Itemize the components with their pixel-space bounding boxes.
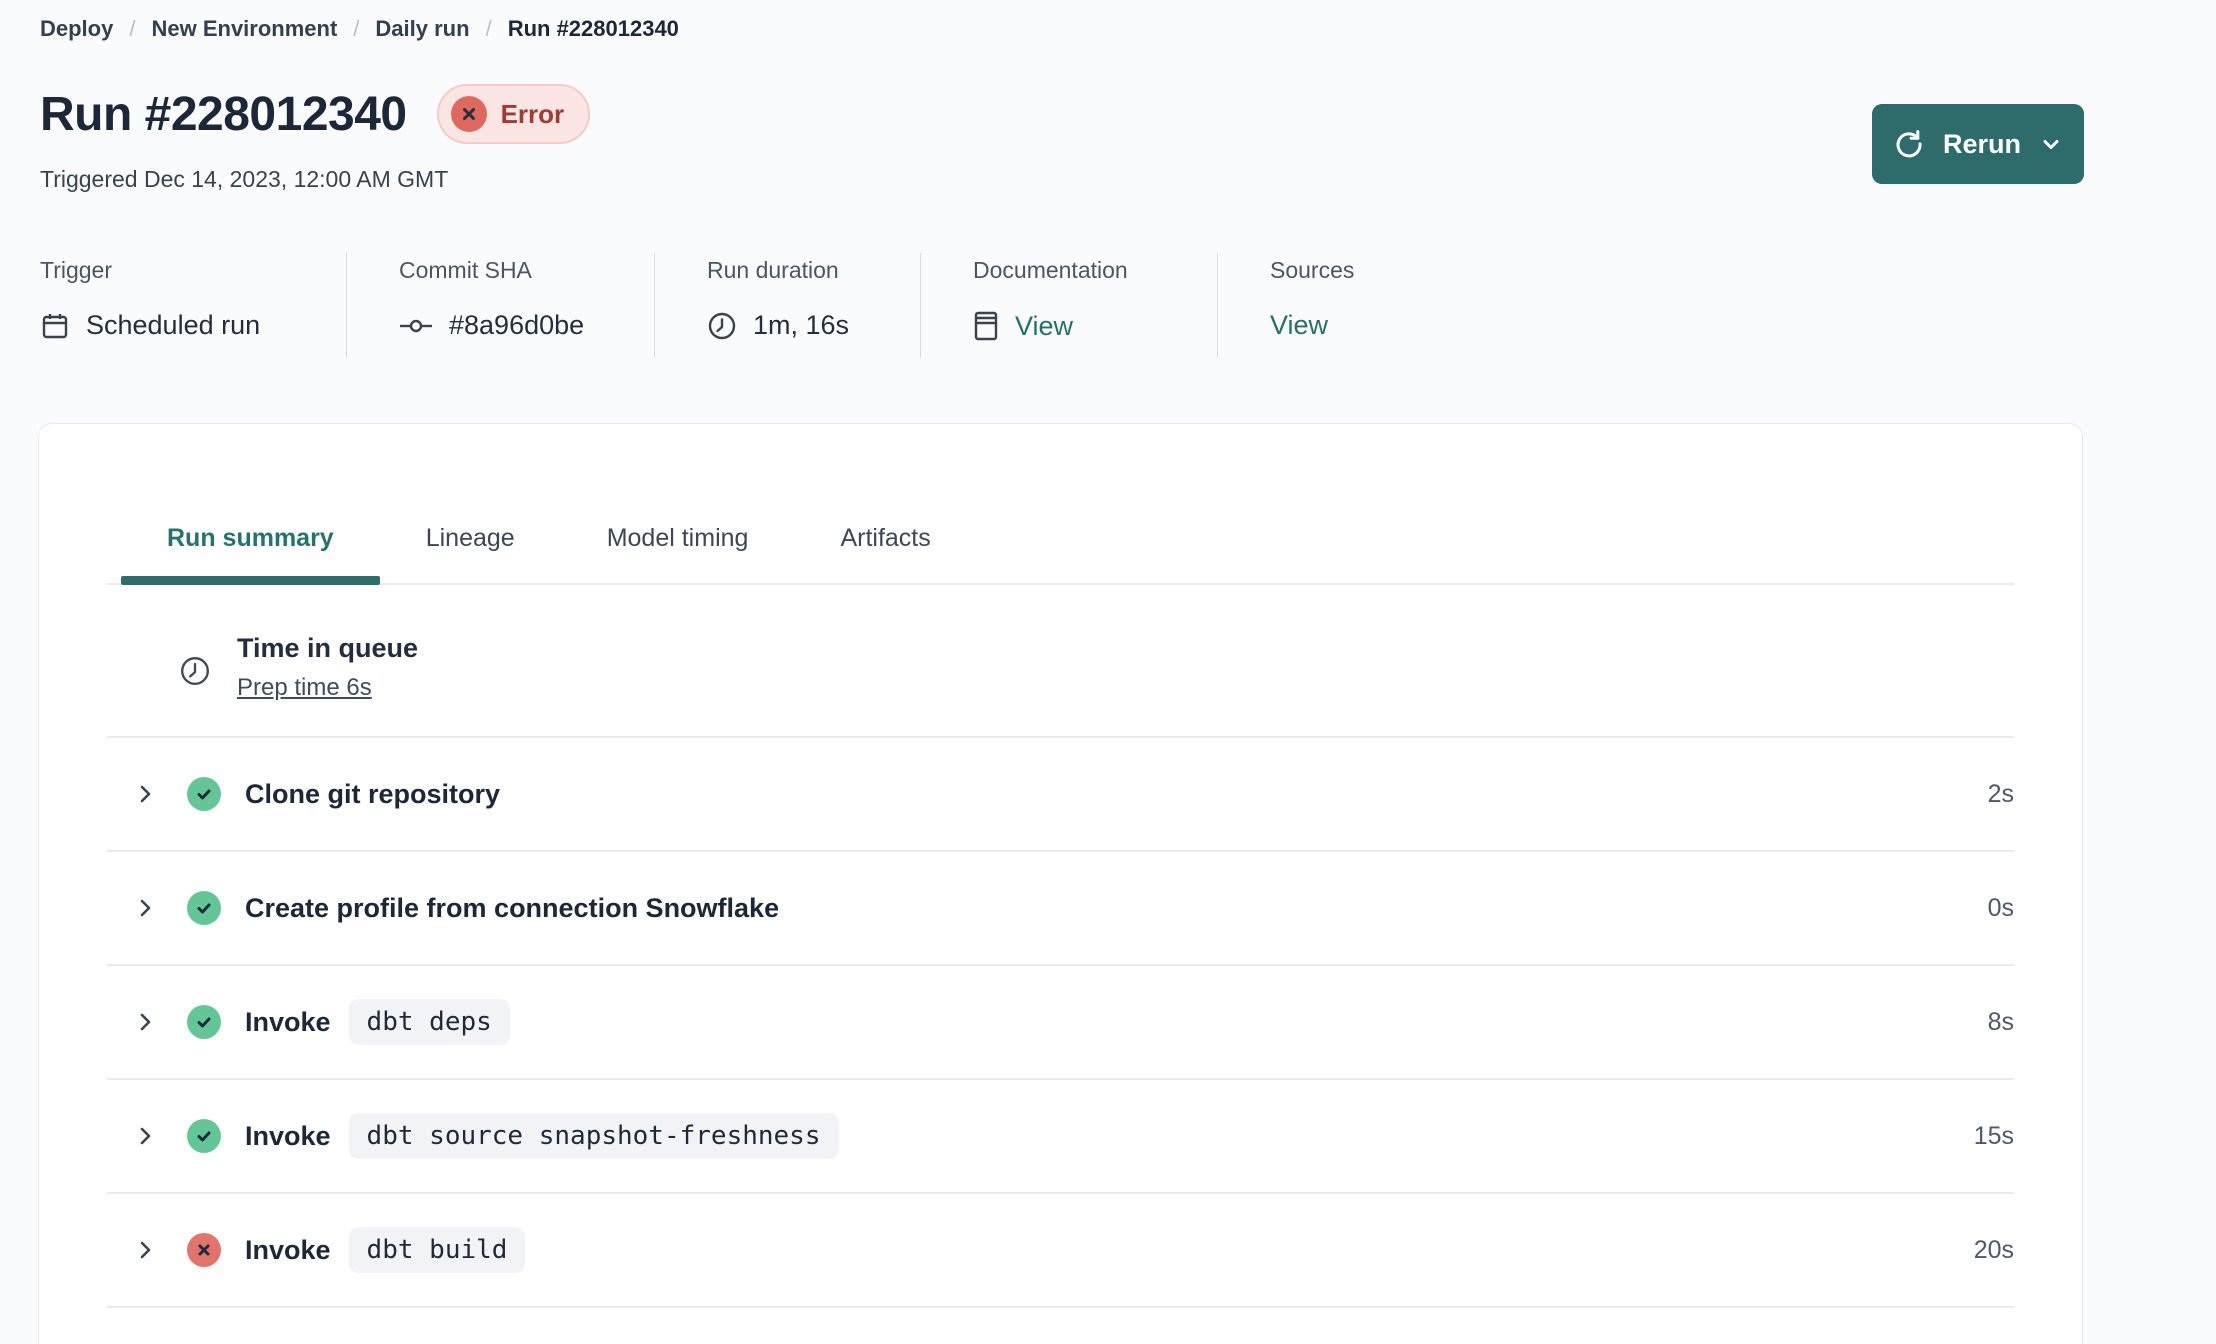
tab-lineage[interactable]: Lineage — [380, 524, 561, 583]
meta-documentation-label: Documentation — [973, 257, 1128, 283]
time-in-queue-section: Time in queue Prep time 6s — [107, 585, 2014, 738]
step-label: Invoke — [245, 1234, 331, 1265]
breadcrumb-separator: / — [485, 16, 492, 41]
clock-icon — [179, 639, 211, 702]
step-command-code: dbt source snapshot-freshness — [348, 1113, 839, 1159]
step-row-dbt-build[interactable]: Invoke dbt build 20s — [107, 1194, 2014, 1308]
step-label: Create profile from connection Snowflake — [245, 892, 780, 923]
clock-icon — [707, 311, 737, 341]
status-badge: Error — [436, 84, 591, 144]
breadcrumb-item-deploy[interactable]: Deploy — [40, 16, 113, 42]
breadcrumb: Deploy / New Environment / Daily run / R… — [0, 0, 2216, 42]
rerun-button[interactable]: Rerun — [1872, 104, 2084, 184]
meta-sources: Sources View — [1218, 253, 1402, 358]
tab-model-timing[interactable]: Model timing — [561, 524, 795, 583]
meta-trigger-value: Scheduled run — [86, 310, 261, 340]
chevron-right-icon[interactable] — [133, 1238, 157, 1262]
page-title: Run #228012340 — [40, 87, 407, 141]
step-row-dbt-source-freshness[interactable]: Invoke dbt source snapshot-freshness 15s — [107, 1080, 2014, 1194]
success-status-icon — [187, 1119, 221, 1153]
meta-duration-value: 1m, 16s — [753, 310, 850, 340]
step-duration: 8s — [1987, 1007, 2014, 1036]
chevron-down-icon — [2039, 132, 2063, 156]
breadcrumb-item-job[interactable]: Daily run — [375, 16, 469, 42]
step-duration: 0s — [1987, 893, 2014, 922]
documentation-view-link[interactable]: View — [1015, 311, 1073, 342]
meta-trigger-label: Trigger — [40, 257, 112, 283]
meta-documentation: Documentation View — [921, 253, 1218, 358]
meta-trigger: Trigger Scheduled run — [40, 253, 347, 358]
step-command-code: dbt build — [348, 1227, 526, 1273]
chevron-right-icon[interactable] — [133, 1124, 157, 1148]
run-detail-card: Run summary Lineage Model timing Artifac… — [38, 423, 2083, 1344]
meta-commit-value: #8a96d0be — [449, 310, 585, 340]
tab-run-summary[interactable]: Run summary — [121, 524, 380, 585]
error-status-icon — [187, 1233, 221, 1267]
step-row-clone-git[interactable]: Clone git repository 2s — [107, 738, 2014, 852]
step-label: Clone git repository — [245, 778, 501, 809]
prep-time-link[interactable]: Prep time 6s — [237, 674, 372, 702]
rerun-button-label: Rerun — [1942, 128, 2021, 159]
meta-commit-label: Commit SHA — [399, 257, 532, 283]
step-label: Invoke — [245, 1120, 331, 1151]
run-meta-row: Trigger Scheduled run Commit SHA #8a96d0… — [40, 253, 2216, 358]
success-status-icon — [187, 1005, 221, 1039]
meta-run-duration: Run duration 1m, 16s — [655, 253, 921, 358]
breadcrumb-item-environment[interactable]: New Environment — [151, 16, 337, 42]
step-row-create-profile[interactable]: Create profile from connection Snowflake… — [107, 852, 2014, 966]
sources-view-link[interactable]: View — [1270, 310, 1328, 341]
meta-commit-sha: Commit SHA #8a96d0be — [347, 253, 655, 358]
breadcrumb-separator: / — [353, 16, 360, 41]
breadcrumb-item-run: Run #228012340 — [507, 16, 679, 41]
step-label: Invoke — [245, 1006, 331, 1037]
chevron-right-icon[interactable] — [133, 896, 157, 920]
chevron-right-icon[interactable] — [133, 1010, 157, 1034]
step-duration: 20s — [1973, 1235, 2014, 1264]
meta-sources-label: Sources — [1270, 257, 1355, 283]
success-status-icon — [187, 891, 221, 925]
time-in-queue-title: Time in queue — [237, 633, 419, 663]
commit-icon — [399, 318, 433, 334]
success-status-icon — [187, 777, 221, 811]
step-duration: 2s — [1987, 779, 2014, 808]
chevron-right-icon[interactable] — [133, 782, 157, 806]
breadcrumb-separator: / — [129, 16, 136, 41]
step-duration: 15s — [1973, 1121, 2014, 1150]
status-badge-label: Error — [500, 98, 565, 129]
step-row-dbt-deps[interactable]: Invoke dbt deps 8s — [107, 966, 2014, 1080]
refresh-icon — [1893, 128, 1925, 160]
step-command-code: dbt deps — [348, 999, 510, 1045]
error-status-icon — [450, 96, 487, 132]
tab-artifacts[interactable]: Artifacts — [794, 524, 976, 583]
tab-bar: Run summary Lineage Model timing Artifac… — [107, 524, 2014, 585]
document-icon — [973, 310, 999, 342]
meta-duration-label: Run duration — [707, 257, 839, 283]
calendar-icon — [40, 311, 70, 341]
